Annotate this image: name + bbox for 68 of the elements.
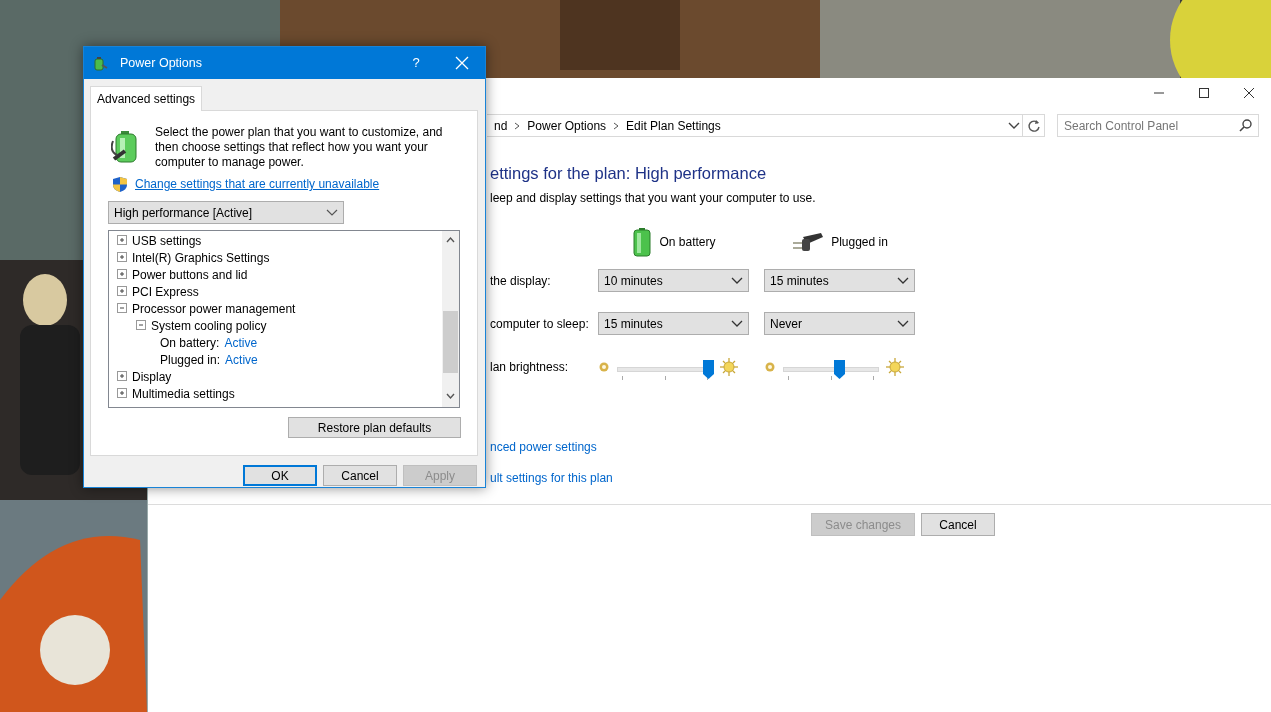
setting-label: computer to sleep: (490, 315, 590, 333)
dialog-button[interactable]: Cancel (921, 513, 995, 536)
chevron-down-icon (326, 208, 338, 217)
slider-thumb[interactable] (833, 359, 845, 379)
expand-icon[interactable] (116, 370, 129, 383)
bright-brightness-icon (720, 357, 738, 376)
plug-icon (791, 231, 826, 253)
chevron-down-icon (897, 276, 909, 285)
setting-value[interactable]: Active (224, 333, 258, 352)
restore-defaults-button[interactable]: Restore plan defaults (288, 417, 461, 438)
chevron-down-icon (731, 319, 743, 328)
collapse-icon[interactable] (116, 302, 129, 315)
expand-icon[interactable] (116, 387, 129, 400)
expand-icon[interactable] (116, 268, 129, 281)
tree-item[interactable]: USB settings (132, 231, 202, 250)
page-heading: ettings for the plan: High performance (490, 163, 768, 183)
expand-icon[interactable] (116, 234, 129, 247)
settings-link[interactable]: ult settings for this plan (490, 469, 613, 487)
expand-icon[interactable] (116, 285, 129, 298)
chevron-down-icon (731, 276, 743, 285)
setting-value[interactable]: Active (225, 350, 258, 369)
plan-dropdown[interactable]: High performance [Active] (108, 201, 344, 224)
bright-brightness-icon (886, 357, 904, 376)
refresh-icon (1026, 118, 1041, 133)
refresh-button[interactable] (1023, 114, 1045, 137)
setting-name: On battery: (160, 334, 220, 352)
column-header: Plugged in (831, 234, 888, 251)
setting-label: lan brightness: (490, 358, 570, 376)
page-description: leep and display settings that you want your computer to use. (490, 190, 817, 207)
tree-item[interactable]: Display (132, 367, 172, 386)
shield-icon (112, 175, 128, 193)
tree-item[interactable]: System cooling policy (151, 316, 267, 335)
address-bar[interactable]: nd Power Options Edit Plan Settings (487, 114, 1023, 137)
search-field[interactable]: Search Control Panel (1057, 114, 1259, 137)
battery-icon (631, 227, 654, 257)
tree-item[interactable]: Processor power management (132, 299, 296, 318)
tree-item[interactable]: Intel(R) Graphics Settings (132, 248, 270, 267)
dim-brightness-icon (598, 360, 610, 373)
tab[interactable]: Advanced settings (90, 86, 203, 111)
dialog-button[interactable]: OK (243, 465, 317, 486)
tree-item[interactable]: PCI Express (132, 282, 199, 301)
settings-link[interactable]: nced power settings (490, 438, 597, 456)
dim-brightness-icon (764, 360, 776, 373)
search-icon[interactable] (1239, 118, 1253, 132)
tree-item[interactable]: Power buttons and lid (132, 265, 248, 284)
power-options-icon (92, 55, 108, 71)
dropdown[interactable]: Never (764, 312, 915, 335)
dropdown[interactable]: 10 minutes (598, 269, 749, 292)
help-button[interactable]: ? (393, 47, 439, 79)
slider-thumb[interactable] (703, 359, 715, 379)
breadcrumb-item[interactable]: Power Options (524, 116, 610, 135)
dropdown[interactable]: 15 minutes (764, 269, 915, 292)
admin-settings-link[interactable]: Change settings that are currently unavailable (135, 175, 380, 193)
breadcrumb-item[interactable]: nd (491, 116, 511, 135)
expand-icon[interactable] (116, 251, 129, 264)
dialog-title: Power Options (120, 54, 203, 72)
chevron-down-icon (897, 319, 909, 328)
chevron-down-icon[interactable] (1006, 120, 1022, 131)
tree-item[interactable]: Multimedia settings (132, 384, 235, 403)
dialog-button[interactable]: Cancel (323, 465, 397, 486)
setting-label: the display: (490, 272, 552, 290)
instructions-text: Select the power plan that you want to customize, and then choose settings that reflect how you want your computer to manage power. (155, 125, 444, 170)
breadcrumb-item[interactable]: Edit Plan Settings (623, 116, 724, 135)
close-icon (455, 56, 469, 70)
column-header: On battery (659, 234, 716, 251)
dropdown[interactable]: 15 minutes (598, 312, 749, 335)
collapse-icon[interactable] (135, 319, 148, 332)
setting-name: Plugged in: (160, 351, 221, 369)
